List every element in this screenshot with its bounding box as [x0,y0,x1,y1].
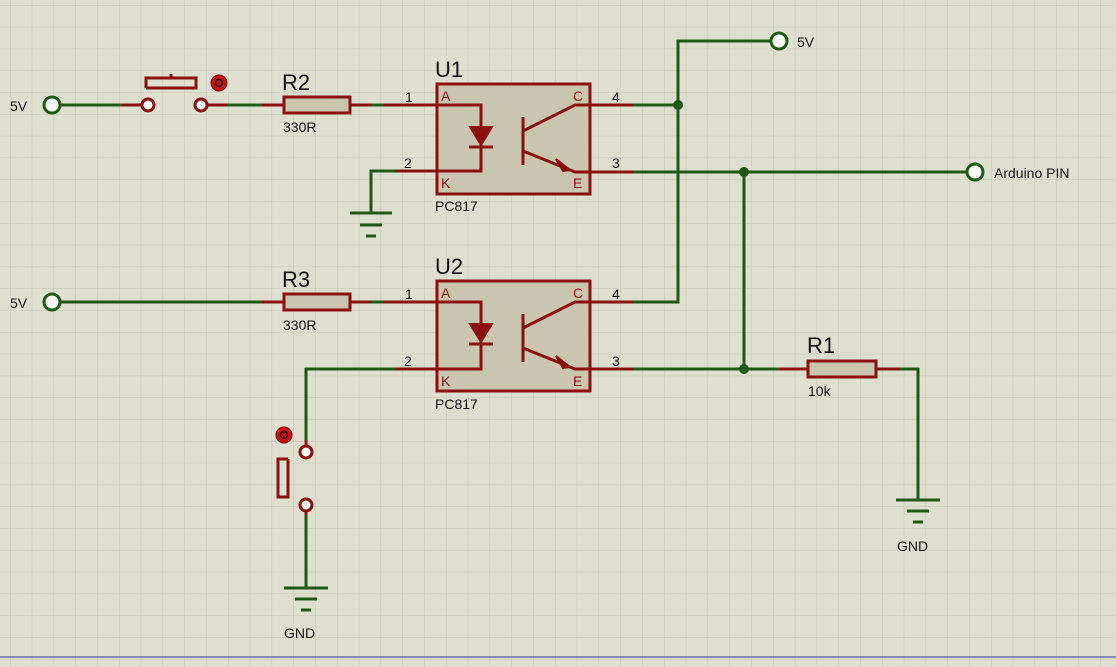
pin-number: 4 [612,286,620,302]
pin-name: E [573,373,582,389]
pin-number: 3 [612,353,620,369]
ground-label: GND [284,625,315,641]
pin-number: 1 [405,286,413,302]
resistor-refdes: R1 [807,333,835,358]
pin-name: K [441,373,451,389]
pin-name: C [573,285,583,301]
terminal-label: 5V [10,98,28,114]
pin-number: 2 [404,155,412,171]
pin-name: C [573,88,583,104]
terminal-label: 5V [797,34,815,50]
ground-label: GND [897,538,928,554]
resistor-value: 330R [283,119,316,135]
pin-number: 4 [612,89,620,105]
resistor-value: 10k [808,383,832,399]
ic-part-number: PC817 [435,198,478,214]
pin-name: E [573,175,582,191]
source-marker-icon [210,74,228,92]
junction-dot [739,167,749,177]
pin-number: 2 [404,353,412,369]
ic-refdes: U2 [435,254,463,279]
pin-number: 3 [612,155,620,171]
terminal-label: Arduino PIN [994,165,1069,181]
junction-dot [739,364,749,374]
schematic-canvas[interactable]: 5V 5V 5V Arduino PIN R2 330R R3 330R R1 … [0,0,1116,667]
resistor-value: 330R [283,317,316,333]
pin-name: A [441,285,451,301]
resistor-refdes: R2 [282,70,310,95]
pin-number: 1 [405,89,413,105]
ic-part-number: PC817 [435,396,478,412]
junction-dot [673,100,683,110]
resistor-refdes: R3 [282,267,310,292]
terminal-label: 5V [10,295,28,311]
pin-name: K [441,175,451,191]
ic-refdes: U1 [435,57,463,82]
source-marker-icon [275,426,293,444]
pin-name: A [441,88,451,104]
